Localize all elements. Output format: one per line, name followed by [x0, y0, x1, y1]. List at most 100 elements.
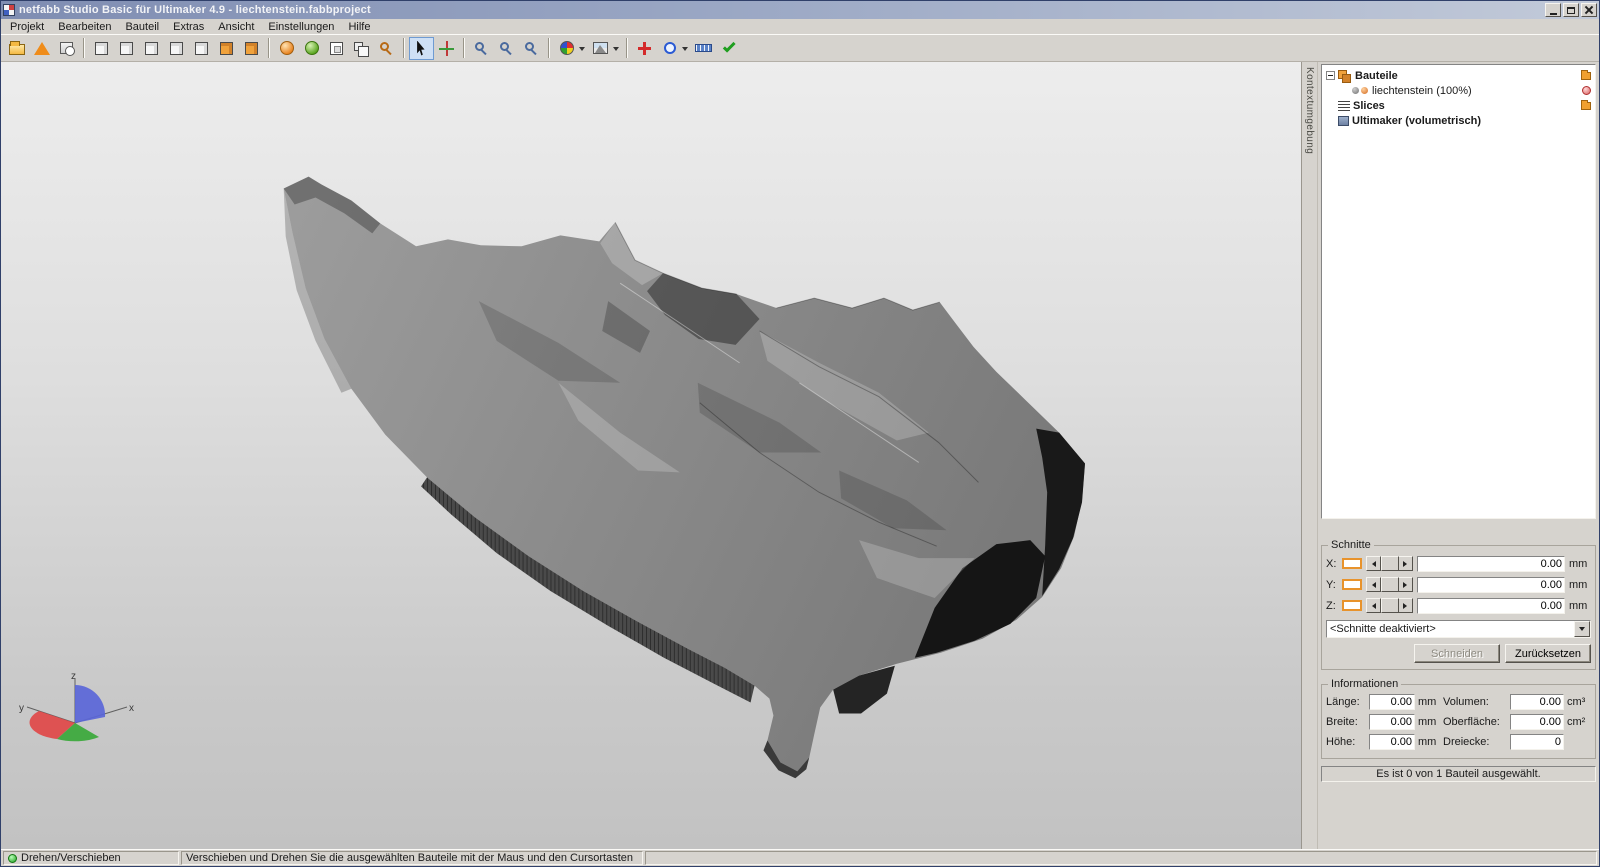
dreiecke-label: Dreiecke: — [1443, 736, 1490, 748]
slice-color-swatch-x[interactable] — [1342, 558, 1362, 569]
slider-track[interactable] — [1381, 556, 1399, 571]
slider-left-button[interactable] — [1366, 577, 1381, 592]
view-top-button[interactable] — [214, 37, 239, 60]
slider-right-button[interactable] — [1398, 556, 1413, 571]
hoehe-value-input[interactable] — [1369, 734, 1415, 750]
select-cursor-button[interactable] — [409, 36, 434, 60]
validate-check-button[interactable] — [716, 37, 741, 60]
status-mode-cell: Drehen/Verschieben — [3, 851, 179, 865]
app-window: netfabb Studio Basic für Ultimaker 4.9 -… — [0, 0, 1600, 867]
project-clock-button[interactable] — [54, 37, 79, 60]
slice-value-input-y[interactable] — [1417, 576, 1565, 593]
view-back-icon — [145, 41, 158, 55]
tree-label: Slices — [1353, 99, 1385, 112]
slider-left-button[interactable] — [1366, 556, 1381, 571]
schnitte-title: Schnitte — [1331, 539, 1371, 551]
folder-orange-icon[interactable] — [1581, 99, 1591, 110]
view-back-button[interactable] — [139, 37, 164, 60]
dropdown-caret-icon[interactable] — [579, 46, 585, 54]
open-project-button[interactable] — [4, 37, 29, 60]
minimize-button[interactable] — [1545, 3, 1561, 17]
single-platform-button[interactable] — [324, 37, 349, 60]
slider-thumb[interactable] — [1381, 556, 1399, 571]
breite-unit: mm — [1418, 716, 1437, 728]
dropdown-caret-icon[interactable] — [613, 46, 619, 54]
zoom-to-fit-button[interactable] — [374, 37, 399, 60]
maximize-button[interactable] — [1563, 3, 1579, 17]
zoom-window-button[interactable] — [494, 37, 519, 60]
view-front-button[interactable] — [114, 37, 139, 60]
breite-value-input[interactable] — [1369, 714, 1415, 730]
repair-add-button[interactable] — [632, 37, 657, 60]
status-bar: Drehen/Verschieben Verschieben und Drehe… — [1, 849, 1599, 866]
tree-expander-icon[interactable] — [1326, 71, 1335, 80]
remove-red-icon[interactable] — [1582, 86, 1591, 95]
terrain-model[interactable] — [1, 62, 1301, 849]
zuruecksetzen-button[interactable]: Zurücksetzen — [1505, 644, 1591, 663]
oberflaeche-value-input[interactable] — [1510, 714, 1564, 730]
rotate-tool-button[interactable] — [434, 37, 459, 60]
multi-platform-button[interactable] — [349, 37, 374, 60]
dreiecke-value-input[interactable] — [1510, 734, 1564, 750]
left-arrow-icon — [1369, 560, 1376, 567]
view-isometric-button[interactable] — [89, 37, 114, 60]
close-button[interactable] — [1581, 3, 1597, 17]
part-pyramid-icon — [33, 41, 50, 55]
menu-item-einstellungen[interactable]: Einstellungen — [261, 20, 341, 34]
laenge-value-input[interactable] — [1369, 694, 1415, 710]
slider-thumb[interactable] — [1381, 598, 1399, 613]
shading-sphere-button[interactable] — [274, 37, 299, 60]
view-left-button[interactable] — [164, 37, 189, 60]
toolbar-separator — [83, 38, 85, 58]
schnitte-mode-select[interactable]: <Schnitte deaktiviert> — [1326, 620, 1591, 638]
view-right-button[interactable] — [189, 37, 214, 60]
slice-slider-z[interactable] — [1366, 598, 1413, 613]
tree-row-bauteile[interactable]: Bauteile — [1324, 68, 1593, 83]
slider-thumb[interactable] — [1381, 577, 1399, 592]
schnitte-group: Schnitte X: mm Y: mm Z: mm <Schnitte deaktivi… — [1321, 539, 1596, 670]
folder-orange-icon[interactable] — [1581, 69, 1591, 80]
part-pyramid-button[interactable] — [29, 37, 54, 60]
slice-value-input-z[interactable] — [1417, 597, 1565, 614]
menu-item-bearbeiten[interactable]: Bearbeiten — [51, 20, 118, 34]
open-project-icon — [8, 41, 25, 55]
slider-left-button[interactable] — [1366, 598, 1381, 613]
context-tab[interactable]: Kontextumgebung — [1302, 62, 1318, 849]
slice-color-swatch-z[interactable] — [1342, 600, 1362, 611]
schneiden-button[interactable]: Schneiden — [1414, 644, 1500, 663]
dropdown-caret-icon[interactable] — [682, 46, 688, 54]
slice-slider-y[interactable] — [1366, 577, 1413, 592]
status-green-dot-icon — [8, 853, 17, 863]
tree-label: liechtenstein (100%) — [1372, 84, 1472, 97]
zoom-in-button[interactable] — [469, 37, 494, 60]
menu-item-hilfe[interactable]: Hilfe — [341, 20, 377, 34]
slice-slider-x[interactable] — [1366, 556, 1413, 571]
slider-track[interactable] — [1381, 577, 1399, 592]
edit-tool-button[interactable] — [657, 37, 691, 60]
menu-item-extras[interactable]: Extras — [166, 20, 211, 34]
volumen-value-input[interactable] — [1510, 694, 1564, 710]
menu-item-projekt[interactable]: Projekt — [3, 20, 51, 34]
viewport-3d[interactable]: x y z — [1, 62, 1302, 849]
menu-item-ansicht[interactable]: Ansicht — [211, 20, 261, 34]
window-title: netfabb Studio Basic für Ultimaker 4.9 -… — [19, 4, 371, 16]
tree-row-slices[interactable]: Slices — [1324, 98, 1593, 113]
tree-row-liechtenstein-100[interactable]: liechtenstein (100%) — [1324, 83, 1593, 98]
color-wheel-button[interactable] — [554, 37, 588, 60]
tree-row-ultimaker-volumetrisch[interactable]: Ultimaker (volumetrisch) — [1324, 113, 1593, 128]
menu-item-bauteil[interactable]: Bauteil — [118, 20, 166, 34]
slider-right-button[interactable] — [1398, 598, 1413, 613]
slider-right-button[interactable] — [1398, 577, 1413, 592]
dropdown-arrow-button[interactable] — [1574, 621, 1590, 637]
slice-value-input-x[interactable] — [1417, 555, 1565, 572]
axis-label-x: X: — [1326, 557, 1337, 570]
info-grid: Länge: mm Volumen: cm³ Breite: mm Oberfläche: c… — [1325, 692, 1592, 754]
zoom-out-button[interactable] — [519, 37, 544, 60]
view-bottom-button[interactable] — [239, 37, 264, 60]
texture-view-button[interactable] — [588, 37, 622, 60]
slider-track[interactable] — [1381, 598, 1399, 613]
slice-color-swatch-y[interactable] — [1342, 579, 1362, 590]
measure-tool-button[interactable] — [691, 37, 716, 60]
shading-sphere-green-button[interactable] — [299, 37, 324, 60]
axis-y-label: y — [19, 703, 24, 714]
